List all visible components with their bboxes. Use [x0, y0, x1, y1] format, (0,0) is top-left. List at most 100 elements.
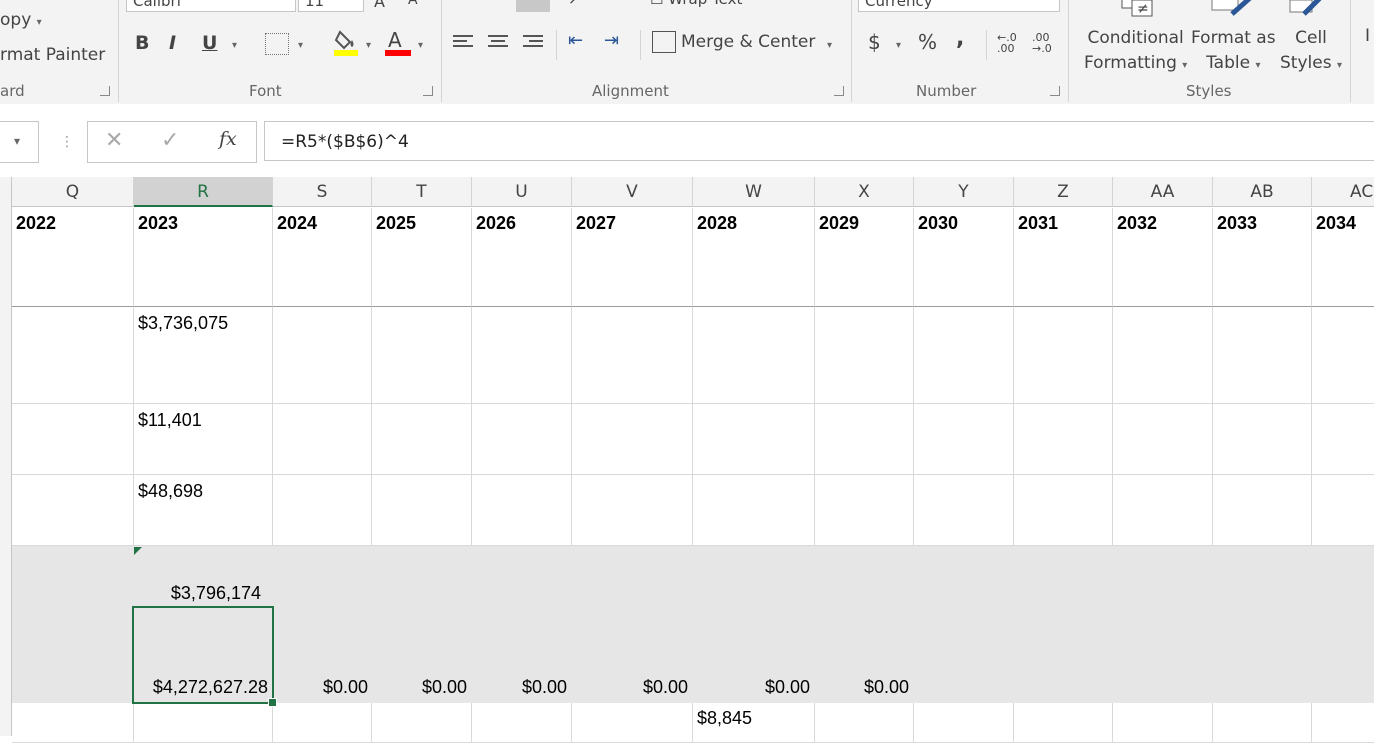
column-header-s[interactable]: S — [273, 177, 372, 207]
grid-cell[interactable] — [693, 404, 815, 475]
underline-dropdown-icon[interactable]: ▾ — [232, 40, 237, 51]
middle-align-button[interactable] — [516, 0, 550, 12]
column-header-w[interactable]: W — [693, 177, 815, 207]
grid-cell[interactable] — [693, 307, 815, 404]
grid-cell[interactable] — [914, 307, 1014, 404]
grid-cell[interactable] — [1113, 307, 1213, 404]
grid-cell[interactable] — [1213, 307, 1312, 404]
grid-cell[interactable] — [1213, 404, 1312, 475]
grid-cell[interactable] — [12, 475, 134, 546]
column-header-x[interactable]: X — [815, 177, 914, 207]
year-cell[interactable]: 2034 — [1312, 208, 1374, 307]
formula-bar-grip-icon[interactable]: ⋮ — [60, 134, 74, 150]
grid-cell[interactable] — [273, 703, 372, 743]
currency-button[interactable]: $ — [868, 30, 881, 54]
grid-cell[interactable] — [1312, 404, 1374, 475]
grid-cell[interactable] — [815, 404, 914, 475]
year-cell[interactable]: 2032 — [1113, 208, 1213, 307]
percent-button[interactable]: % — [918, 30, 937, 54]
merge-center-button[interactable]: Merge & Center — [681, 32, 815, 52]
grid-cell[interactable] — [1213, 703, 1312, 743]
borders-dropdown-icon[interactable]: ▾ — [298, 40, 303, 51]
font-color-dropdown-icon[interactable]: ▾ — [418, 40, 423, 51]
grid-cell[interactable] — [1113, 475, 1213, 546]
column-header-q[interactable]: Q — [12, 177, 134, 207]
name-box-dropdown-icon[interactable]: ▾ — [14, 134, 20, 148]
grid-cell[interactable] — [372, 307, 472, 404]
italic-button[interactable]: I — [169, 32, 176, 54]
year-cell[interactable]: 2025 — [372, 208, 472, 307]
font-name-box[interactable]: Calibri — [126, 0, 296, 12]
align-left-icon[interactable] — [453, 35, 473, 52]
insert-function-icon[interactable]: fx — [219, 128, 237, 150]
column-header-u[interactable]: U — [472, 177, 572, 207]
total-value-u[interactable]: $0.00 — [427, 677, 567, 698]
value-cell[interactable]: $3,736,075 — [134, 307, 273, 404]
grid-cell[interactable] — [815, 307, 914, 404]
orientation-icon[interactable]: ↗ — [568, 0, 581, 8]
decrease-indent-icon[interactable]: ⇤ — [568, 30, 583, 51]
year-cell[interactable]: 2029 — [815, 208, 914, 307]
selected-cell[interactable] — [132, 606, 274, 704]
year-cell[interactable]: 2030 — [914, 208, 1014, 307]
fill-handle[interactable] — [268, 698, 277, 707]
grid-cell[interactable] — [472, 404, 572, 475]
grid-cell[interactable] — [472, 307, 572, 404]
column-header-r[interactable]: R — [134, 177, 273, 207]
font-size-box[interactable]: 11 — [298, 0, 364, 12]
grid-cell[interactable] — [572, 703, 693, 743]
format-painter-button[interactable]: rmat Painter — [0, 45, 105, 65]
grid-cell[interactable] — [472, 475, 572, 546]
grid-cell[interactable] — [1113, 404, 1213, 475]
grid-cell[interactable] — [572, 404, 693, 475]
copy-button[interactable]: opy ▾ — [0, 10, 42, 30]
year-cell[interactable]: 2024 — [273, 208, 372, 307]
currency-dropdown-icon[interactable]: ▾ — [896, 40, 901, 51]
year-cell[interactable]: 2027 — [572, 208, 693, 307]
grid-cell[interactable] — [372, 404, 472, 475]
insert-button-partial[interactable]: I — [1365, 26, 1370, 46]
name-box[interactable]: ▾ — [0, 121, 39, 163]
number-dialog-launcher[interactable] — [1050, 86, 1060, 96]
column-header-ac[interactable]: AC — [1312, 177, 1374, 207]
total-value-v[interactable]: $0.00 — [548, 677, 688, 698]
grid-cell[interactable] — [372, 475, 472, 546]
year-cell[interactable]: 2028 — [693, 208, 815, 307]
conditional-formatting-button[interactable]: Conditional Formatting ▾ — [1084, 26, 1187, 78]
column-header-t[interactable]: T — [372, 177, 472, 207]
decrease-decimal-icon[interactable]: .00 →.0 — [1032, 32, 1052, 54]
number-format-box[interactable]: Currency — [858, 0, 1060, 12]
increase-decimal-icon[interactable]: ←.0.00 — [997, 32, 1017, 54]
shrink-font-icon[interactable]: A — [408, 0, 418, 8]
year-cell[interactable]: 2023 — [134, 208, 273, 307]
alignment-dialog-launcher[interactable] — [834, 86, 844, 96]
column-header-ab[interactable]: AB — [1213, 177, 1312, 207]
value-cell[interactable]: $11,401 — [134, 404, 273, 475]
grid-cell[interactable] — [472, 703, 572, 743]
grid-cell[interactable] — [12, 404, 134, 475]
increase-indent-icon[interactable]: ⇥ — [604, 30, 619, 51]
grid-cell[interactable] — [12, 307, 134, 404]
grid-cell[interactable] — [273, 475, 372, 546]
grid-cell[interactable] — [1014, 307, 1113, 404]
column-header-v[interactable]: V — [572, 177, 693, 207]
grid-cell[interactable] — [273, 307, 372, 404]
align-center-icon[interactable] — [488, 35, 508, 52]
grid-cell[interactable] — [273, 404, 372, 475]
grid-cell[interactable] — [1312, 307, 1374, 404]
clipboard-dialog-launcher[interactable] — [100, 86, 110, 96]
year-cell[interactable]: 2031 — [1014, 208, 1113, 307]
value-cell-w[interactable]: $8,845 — [697, 708, 752, 729]
grid-cell[interactable] — [693, 475, 815, 546]
wrap-text-button[interactable]: ☐ Wrap Text — [650, 0, 742, 8]
grid-cell[interactable] — [134, 703, 273, 743]
grid-cell[interactable] — [1014, 404, 1113, 475]
grid-cell[interactable] — [914, 475, 1014, 546]
grid-cell[interactable] — [572, 307, 693, 404]
column-header-z[interactable]: Z — [1014, 177, 1113, 207]
grow-font-icon[interactable]: A — [374, 0, 385, 11]
grid-cell[interactable] — [572, 475, 693, 546]
font-dialog-launcher[interactable] — [423, 86, 433, 96]
underline-button[interactable]: U — [202, 32, 217, 54]
align-right-icon[interactable] — [523, 35, 543, 52]
